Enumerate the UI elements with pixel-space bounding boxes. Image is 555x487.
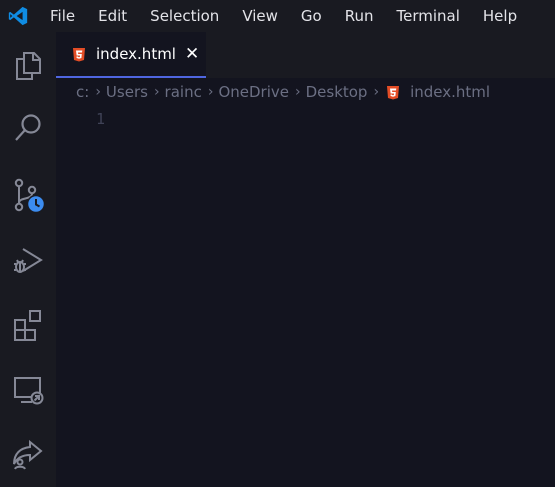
chevron-right-icon: › xyxy=(207,84,214,100)
html5-icon xyxy=(387,85,400,99)
editor-area: index.html ✕ c: › Users › rainc › OneDri… xyxy=(56,32,555,487)
close-icon[interactable]: ✕ xyxy=(185,45,199,63)
menu-file[interactable]: File xyxy=(38,0,86,32)
menu-selection[interactable]: Selection xyxy=(138,0,230,32)
tab-bar: index.html ✕ xyxy=(56,32,555,78)
menu-bar: File Edit Selection View Go Run Terminal… xyxy=(38,0,528,32)
remote-explorer-icon xyxy=(14,377,44,405)
breadcrumb-onedrive[interactable]: OneDrive xyxy=(218,83,289,101)
breadcrumb: c: › Users › rainc › OneDrive › Desktop … xyxy=(76,80,490,104)
tab-index-html[interactable]: index.html ✕ xyxy=(56,32,206,78)
live-share-icon xyxy=(13,439,43,470)
line-number-gutter: 1 xyxy=(96,110,105,128)
vscode-logo-icon xyxy=(8,6,28,26)
breadcrumb-file[interactable]: index.html xyxy=(410,83,490,101)
menu-help[interactable]: Help xyxy=(471,0,528,32)
menu-run[interactable]: Run xyxy=(333,0,385,32)
search-icon xyxy=(15,114,41,141)
chevron-right-icon: › xyxy=(294,84,301,100)
menu-terminal[interactable]: Terminal xyxy=(385,0,471,32)
breadcrumb-drive[interactable]: c: xyxy=(76,83,89,101)
search-button[interactable] xyxy=(8,108,48,148)
breadcrumb-users[interactable]: Users xyxy=(106,83,148,101)
chevron-right-icon: › xyxy=(153,84,160,100)
live-share-button[interactable] xyxy=(8,434,48,474)
breadcrumb-desktop[interactable]: Desktop xyxy=(306,83,368,101)
html5-icon xyxy=(73,47,85,61)
chevron-right-icon: › xyxy=(95,84,101,100)
activity-bar xyxy=(0,32,56,487)
source-control-icon xyxy=(14,178,46,214)
source-control-button[interactable] xyxy=(8,176,48,216)
run-debug-button[interactable] xyxy=(8,240,48,280)
explorer-files-icon xyxy=(16,52,41,80)
menu-go[interactable]: Go xyxy=(289,0,333,32)
remote-explorer-button[interactable] xyxy=(8,370,48,410)
extensions-icon xyxy=(14,310,41,341)
breadcrumb-rainc[interactable]: rainc xyxy=(165,83,202,101)
extensions-button[interactable] xyxy=(8,305,48,345)
line-number: 1 xyxy=(96,110,106,128)
menu-edit[interactable]: Edit xyxy=(86,0,138,32)
tab-label: index.html xyxy=(96,45,176,63)
run-debug-icon xyxy=(14,248,43,273)
chevron-right-icon: › xyxy=(373,84,380,100)
title-bar: File Edit Selection View Go Run Terminal… xyxy=(0,0,555,32)
explorer-button[interactable] xyxy=(8,46,48,86)
menu-view[interactable]: View xyxy=(230,0,289,32)
